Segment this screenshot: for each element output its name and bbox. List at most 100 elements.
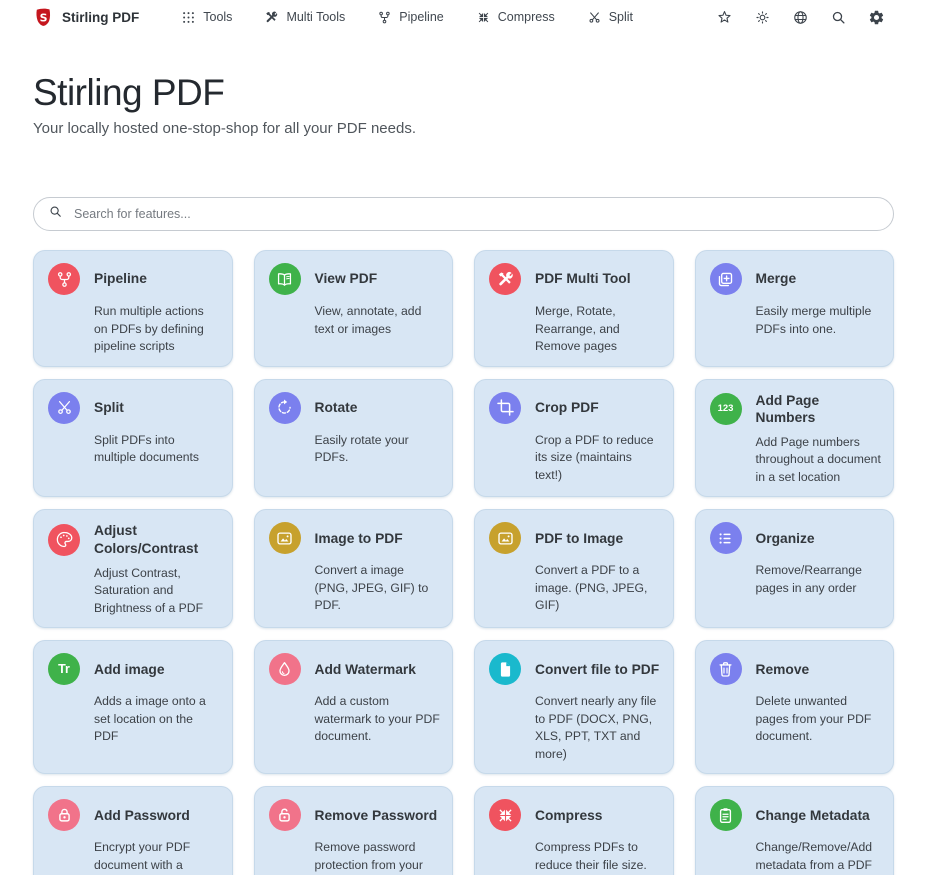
feature-card-title: Compress [535,807,602,824]
feature-card-description: Convert a image (PNG, JPEG, GIF) to PDF. [315,562,441,615]
feature-card-rotate[interactable]: Rotate Easily rotate your PDFs. [254,379,454,498]
feature-card-split[interactable]: Split Split PDFs into multiple documents [33,379,233,498]
feature-card-add-page-numbers[interactable]: 123 Add Page Numbers Add Page numbers th… [695,379,895,498]
feature-search [33,197,894,231]
feature-card-title: Add image [94,661,165,678]
list-icon [710,522,742,554]
feature-card-description: View, annotate, add text or images [315,303,441,338]
search-button[interactable] [830,9,847,26]
feature-card-title: View PDF [315,270,378,287]
feature-card-remove-password[interactable]: Remove Password Remove password protecti… [254,786,454,875]
navbar-menu: Tools Multi Tools Pipeline Compress Spli… [181,10,633,25]
page-title: Stirling PDF [33,72,894,114]
navbar-item-tools[interactable]: Tools [181,10,232,25]
feature-card-description: Easily merge multiple PDFs into one. [756,303,882,338]
feature-card-description: Run multiple actions on PDFs by defining… [94,303,220,356]
grid-icon [181,10,196,25]
feature-card-view-pdf[interactable]: View PDF View, annotate, add text or ima… [254,250,454,367]
compress-icon [476,10,491,25]
feature-card-title: Merge [756,270,797,287]
search-icon [830,9,847,26]
palette-icon [48,524,80,556]
theme-toggle-button[interactable] [754,9,771,26]
feature-card-title: Pipeline [94,270,147,287]
feature-card-title: Image to PDF [315,530,403,547]
trash-icon [710,653,742,685]
feature-card-description: Adds a image onto a set location on the … [94,693,220,746]
file-icon [489,653,521,685]
feature-card-description: Delete unwanted pages from your PDF docu… [756,693,882,746]
feature-card-organize[interactable]: Organize Remove/Rearrange pages in any o… [695,509,895,628]
feature-card-crop-pdf[interactable]: Crop PDF Crop a PDF to reduce its size (… [474,379,674,498]
feature-card-add-password[interactable]: Add Password Encrypt your PDF document w… [33,786,233,875]
feature-card-title: Remove [756,661,810,678]
rotate-icon [269,392,301,424]
library-add-icon [710,263,742,295]
feature-card-remove[interactable]: Remove Delete unwanted pages from your P… [695,640,895,774]
feature-search-input[interactable] [74,207,879,221]
feature-card-description: Merge, Rotate, Rearrange, and Remove pag… [535,303,661,356]
feature-card-description: Encrypt your PDF document with a passwor… [94,839,220,875]
navbar-item-split[interactable]: Split [587,10,633,25]
svg-text:S: S [40,11,48,24]
feature-card-add-watermark[interactable]: Add Watermark Add a custom watermark to … [254,640,454,774]
feature-card-description: Adjust Contrast, Saturation and Brightne… [94,565,220,618]
top-navbar: S Stirling PDF Tools Multi Tools Pipelin… [0,0,927,34]
feature-card-image-to-pdf[interactable]: Image to PDF Convert a image (PNG, JPEG,… [254,509,454,628]
feature-card-title: Add Watermark [315,661,416,678]
feature-card-title: Crop PDF [535,399,599,416]
lock-icon [48,799,80,831]
crop-icon [489,392,521,424]
feature-card-pdf-to-image[interactable]: PDF to Image Convert a PDF to a image. (… [474,509,674,628]
stirling-logo-icon: S [33,7,54,28]
feature-card-description: Change/Remove/Add metadata from a PDF do… [756,839,882,875]
feature-card-add-image[interactable]: Tr Add image Adds a image onto a set loc… [33,640,233,774]
pipeline-icon [377,10,392,25]
navbar-item-compress[interactable]: Compress [476,10,555,25]
feature-card-description: Crop a PDF to reduce its size (maintains… [535,432,661,485]
feature-card-pdf-multi-tool[interactable]: PDF Multi Tool Merge, Rotate, Rearrange,… [474,250,674,367]
feature-card-title: PDF Multi Tool [535,270,631,287]
brand-home-link[interactable]: S Stirling PDF [33,7,139,28]
navbar-item-multi-tools[interactable]: Multi Tools [264,10,345,25]
favourites-button[interactable] [716,9,733,26]
scissors-icon [48,392,80,424]
feature-card-title: PDF to Image [535,530,623,547]
feature-card-title: Split [94,399,124,416]
feature-card-title: Convert file to PDF [535,661,659,678]
feature-card-title: Change Metadata [756,807,870,824]
page-subtitle: Your locally hosted one-stop-shop for al… [33,120,894,137]
feature-card-convert-file-to-pdf[interactable]: Convert file to PDF Convert nearly any f… [474,640,674,774]
feature-card-compress[interactable]: Compress Compress PDFs to reduce their f… [474,786,674,875]
image-icon [269,522,301,554]
feature-card-merge[interactable]: Merge Easily merge multiple PDFs into on… [695,250,895,367]
sun-icon [754,9,771,26]
feature-card-title: Remove Password [315,807,438,824]
pipeline-icon [48,263,80,295]
numbers-123-icon: 123 [710,393,742,425]
feature-card-change-metadata[interactable]: Change Metadata Change/Remove/Add metada… [695,786,895,875]
feature-card-title: Rotate [315,399,358,416]
feature-card-pipeline[interactable]: Pipeline Run multiple actions on PDFs by… [33,250,233,367]
gear-icon [868,9,885,26]
tools-icon [264,10,279,25]
book-open-icon [269,263,301,295]
language-button[interactable] [792,9,809,26]
feature-card-title: Add Password [94,807,190,824]
image-icon [489,522,521,554]
navbar-item-pipeline[interactable]: Pipeline [377,10,443,25]
feature-card-description: Remove/Rearrange pages in any order [756,562,882,597]
feature-card-description: Split PDFs into multiple documents [94,432,220,467]
feature-card-title: Organize [756,530,815,547]
clipboard-icon [710,799,742,831]
feature-card-description: Add Page numbers throughout a document i… [756,434,882,487]
droplet-icon [269,653,301,685]
settings-button[interactable] [868,9,885,26]
feature-card-description: Remove password protection from your PDF… [315,839,441,875]
tools-icon [489,263,521,295]
compress-icon [489,799,521,831]
text-Tr-icon: Tr [48,653,80,685]
feature-card-title: Adjust Colors/Contrast [94,522,220,556]
feature-card-adjust-colors-contrast[interactable]: Adjust Colors/Contrast Adjust Contrast, … [33,509,233,628]
lock-open-icon [269,799,301,831]
